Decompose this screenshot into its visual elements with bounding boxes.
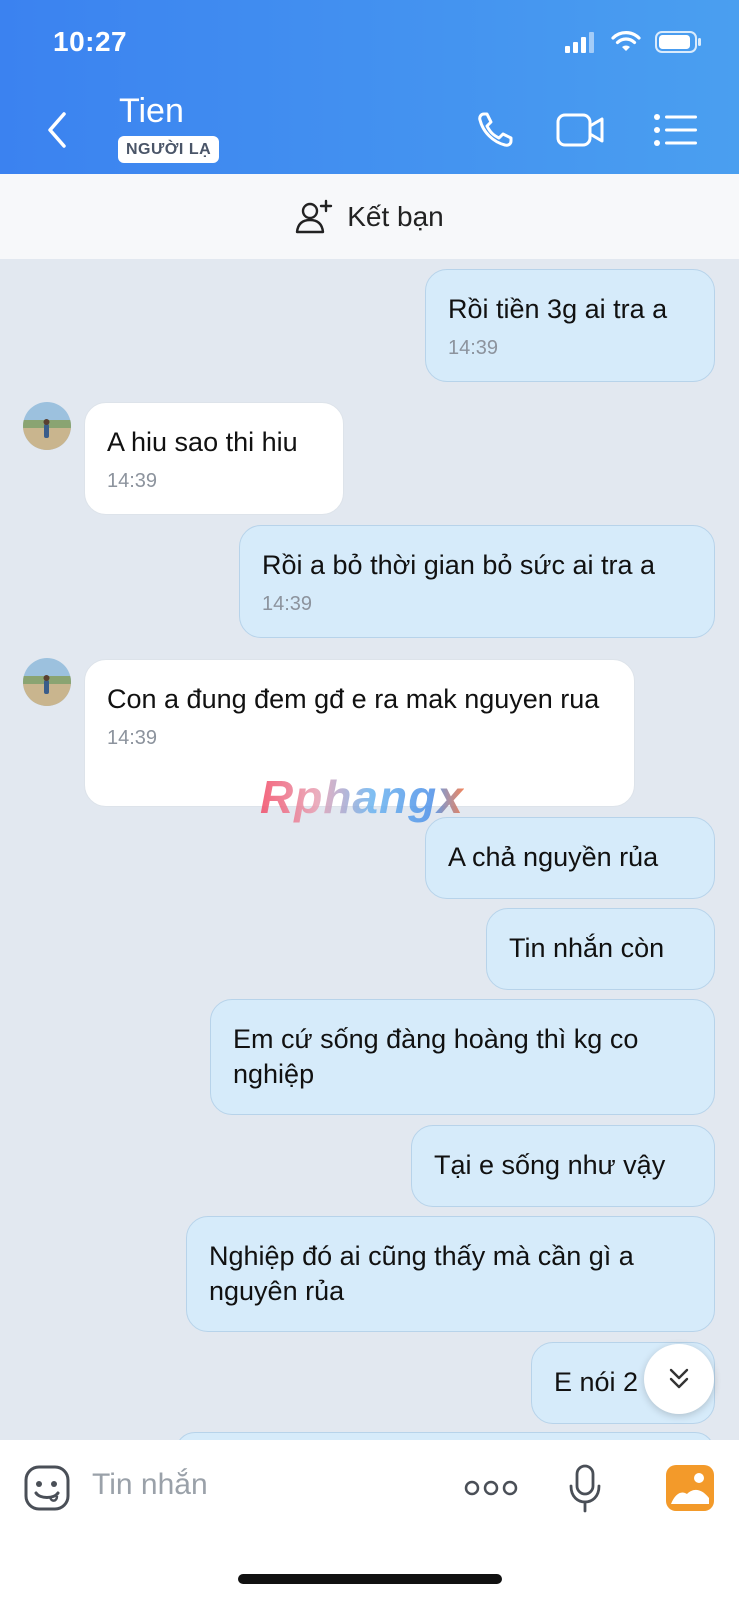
message-bubble-incoming[interactable]: A hiu sao thi hiu 14:39 bbox=[84, 402, 344, 515]
battery-icon bbox=[655, 31, 701, 53]
message-bubble-outgoing[interactable]: Rồi tiền 3g ai tra a 14:39 bbox=[425, 269, 715, 382]
stranger-badge: NGƯỜI LẠ bbox=[118, 136, 220, 163]
message-time: 14:39 bbox=[107, 727, 158, 749]
add-friend-label: Kết bạn bbox=[347, 200, 444, 232]
gallery-icon[interactable] bbox=[665, 1464, 715, 1512]
message-time: 14:39 bbox=[262, 593, 313, 615]
scroll-down-icon bbox=[669, 1368, 689, 1389]
back-icon[interactable] bbox=[40, 108, 76, 152]
message-text: Tại e sống như vậy bbox=[434, 1150, 666, 1180]
microphone-icon[interactable] bbox=[568, 1464, 602, 1514]
message-text: E nói 2 bbox=[554, 1367, 639, 1397]
message-text: Rồi a bỏ thời gian bỏ sức ai tra a bbox=[262, 550, 655, 580]
message-bubble-outgoing[interactable]: Tại e sống như vậy bbox=[411, 1125, 715, 1207]
add-friend-bar[interactable]: Kết bạn bbox=[0, 174, 739, 259]
message-text: A chả nguyền rủa bbox=[448, 842, 659, 872]
status-time: 10:27 bbox=[53, 26, 128, 57]
scroll-down-button[interactable] bbox=[644, 1344, 714, 1414]
message-text: Em cứ sống đàng hoàng thì kg co nghiệp bbox=[233, 1024, 639, 1089]
contact-name[interactable]: Tien bbox=[119, 92, 184, 131]
message-time: 14:39 bbox=[448, 337, 499, 359]
message-input[interactable]: Tin nhắn bbox=[92, 1468, 208, 1502]
add-friend-icon bbox=[296, 199, 333, 233]
message-bubble-outgoing[interactable]: Tin nhắn còn bbox=[486, 908, 715, 990]
more-icon[interactable] bbox=[464, 1478, 518, 1498]
phone-icon[interactable] bbox=[472, 108, 522, 152]
message-bubble-outgoing[interactable]: Nghiệp đó ai cũng thấy mà cần gì a nguyê… bbox=[186, 1216, 715, 1332]
avatar[interactable] bbox=[23, 402, 71, 450]
message-bubble-outgoing[interactable]: A chả nguyền rủa bbox=[425, 817, 715, 899]
sticker-icon[interactable] bbox=[24, 1465, 70, 1511]
message-text: Nghiệp đó ai cũng thấy mà cần gì a nguyê… bbox=[209, 1241, 634, 1306]
home-indicator bbox=[238, 1574, 502, 1584]
status-icons bbox=[565, 30, 703, 54]
menu-list-icon[interactable] bbox=[652, 108, 702, 152]
watermark-logo: Rphangx bbox=[260, 771, 464, 823]
message-bubble-outgoing[interactable]: Em cứ sống đàng hoàng thì kg co nghiệp bbox=[210, 999, 715, 1115]
video-call-icon[interactable] bbox=[556, 108, 606, 152]
signal-icon bbox=[565, 32, 594, 53]
message-text: Con a đung đem gđ e ra mak nguyen rua bbox=[107, 684, 600, 714]
message-text: A hiu sao thi hiu bbox=[107, 427, 298, 457]
message-text: Rồi tiền 3g ai tra a bbox=[448, 294, 668, 324]
message-bubble-outgoing[interactable]: Rồi a bỏ thời gian bỏ sức ai tra a 14:39 bbox=[239, 525, 715, 638]
message-time: 14:39 bbox=[107, 470, 158, 492]
wifi-icon bbox=[611, 31, 641, 51]
avatar[interactable] bbox=[23, 658, 71, 706]
chat-header: 10:27 Tien NGƯỜI LẠ bbox=[0, 0, 739, 174]
message-text: Tin nhắn còn bbox=[509, 933, 665, 963]
